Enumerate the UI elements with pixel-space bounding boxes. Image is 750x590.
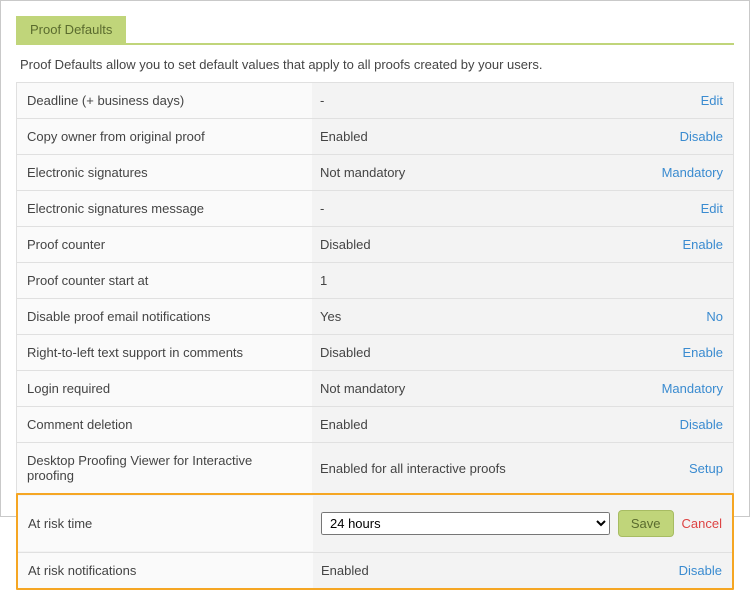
action-mandatory-login[interactable]: Mandatory (654, 381, 723, 396)
value-at-risk-notifications: Enabled (313, 563, 671, 578)
label-deadline: Deadline (+ business days) (17, 83, 312, 118)
value-proof-counter: Disabled (312, 237, 675, 252)
label-at-risk-time: At risk time (18, 496, 313, 551)
label-at-risk-notifications: At risk notifications (18, 553, 313, 588)
settings-panel: Proof Defaults Proof Defaults allow you … (0, 0, 750, 517)
value-deadline: - (312, 93, 693, 108)
value-esign-message: - (312, 201, 693, 216)
at-risk-highlight: At risk time 24 hours Save Cancel At ris… (16, 493, 734, 590)
row-copy-owner: Copy owner from original proof Enabled D… (17, 119, 733, 155)
action-mandatory-esign[interactable]: Mandatory (654, 165, 723, 180)
value-rtl: Disabled (312, 345, 675, 360)
label-disable-email: Disable proof email notifications (17, 299, 312, 334)
row-proof-counter-start: Proof counter start at 1 (17, 263, 733, 299)
action-enable-proof-counter[interactable]: Enable (675, 237, 723, 252)
label-proof-counter-start: Proof counter start at (17, 263, 312, 298)
value-at-risk-time: 24 hours Save (313, 510, 674, 537)
action-disable-comment-deletion[interactable]: Disable (672, 417, 723, 432)
value-esign: Not mandatory (312, 165, 654, 180)
select-at-risk-time[interactable]: 24 hours (321, 512, 610, 535)
row-esign: Electronic signatures Not mandatory Mand… (17, 155, 733, 191)
row-at-risk-time: At risk time 24 hours Save Cancel (18, 495, 732, 553)
row-login-required: Login required Not mandatory Mandatory (17, 371, 733, 407)
save-button[interactable]: Save (618, 510, 674, 537)
intro-text: Proof Defaults allow you to set default … (16, 45, 734, 82)
row-esign-message: Electronic signatures message - Edit (17, 191, 733, 227)
action-edit-deadline[interactable]: Edit (693, 93, 723, 108)
label-login-required: Login required (17, 371, 312, 406)
action-no-disable-email[interactable]: No (698, 309, 723, 324)
cancel-link[interactable]: Cancel (674, 516, 722, 531)
label-proof-counter: Proof counter (17, 227, 312, 262)
action-edit-esign-message[interactable]: Edit (693, 201, 723, 216)
value-disable-email: Yes (312, 309, 698, 324)
value-proof-counter-start: 1 (312, 273, 723, 288)
action-disable-at-risk-notifications[interactable]: Disable (671, 563, 722, 578)
value-desktop-viewer: Enabled for all interactive proofs (312, 461, 681, 476)
tab-proof-defaults[interactable]: Proof Defaults (16, 16, 126, 43)
row-deadline: Deadline (+ business days) - Edit (17, 83, 733, 119)
row-rtl: Right-to-left text support in comments D… (17, 335, 733, 371)
tabbar: Proof Defaults (16, 16, 734, 45)
action-disable-copy-owner[interactable]: Disable (672, 129, 723, 144)
settings-table: Deadline (+ business days) - Edit Copy o… (16, 82, 734, 494)
label-copy-owner: Copy owner from original proof (17, 119, 312, 154)
value-comment-deletion: Enabled (312, 417, 672, 432)
action-enable-rtl[interactable]: Enable (675, 345, 723, 360)
label-esign: Electronic signatures (17, 155, 312, 190)
value-login-required: Not mandatory (312, 381, 654, 396)
row-comment-deletion: Comment deletion Enabled Disable (17, 407, 733, 443)
label-rtl: Right-to-left text support in comments (17, 335, 312, 370)
label-esign-message: Electronic signatures message (17, 191, 312, 226)
row-desktop-viewer: Desktop Proofing Viewer for Interactive … (17, 443, 733, 494)
row-at-risk-notifications: At risk notifications Enabled Disable (18, 553, 732, 588)
row-proof-counter: Proof counter Disabled Enable (17, 227, 733, 263)
value-copy-owner: Enabled (312, 129, 672, 144)
action-setup-desktop-viewer[interactable]: Setup (681, 461, 723, 476)
label-desktop-viewer: Desktop Proofing Viewer for Interactive … (17, 443, 312, 493)
label-comment-deletion: Comment deletion (17, 407, 312, 442)
row-disable-email: Disable proof email notifications Yes No (17, 299, 733, 335)
